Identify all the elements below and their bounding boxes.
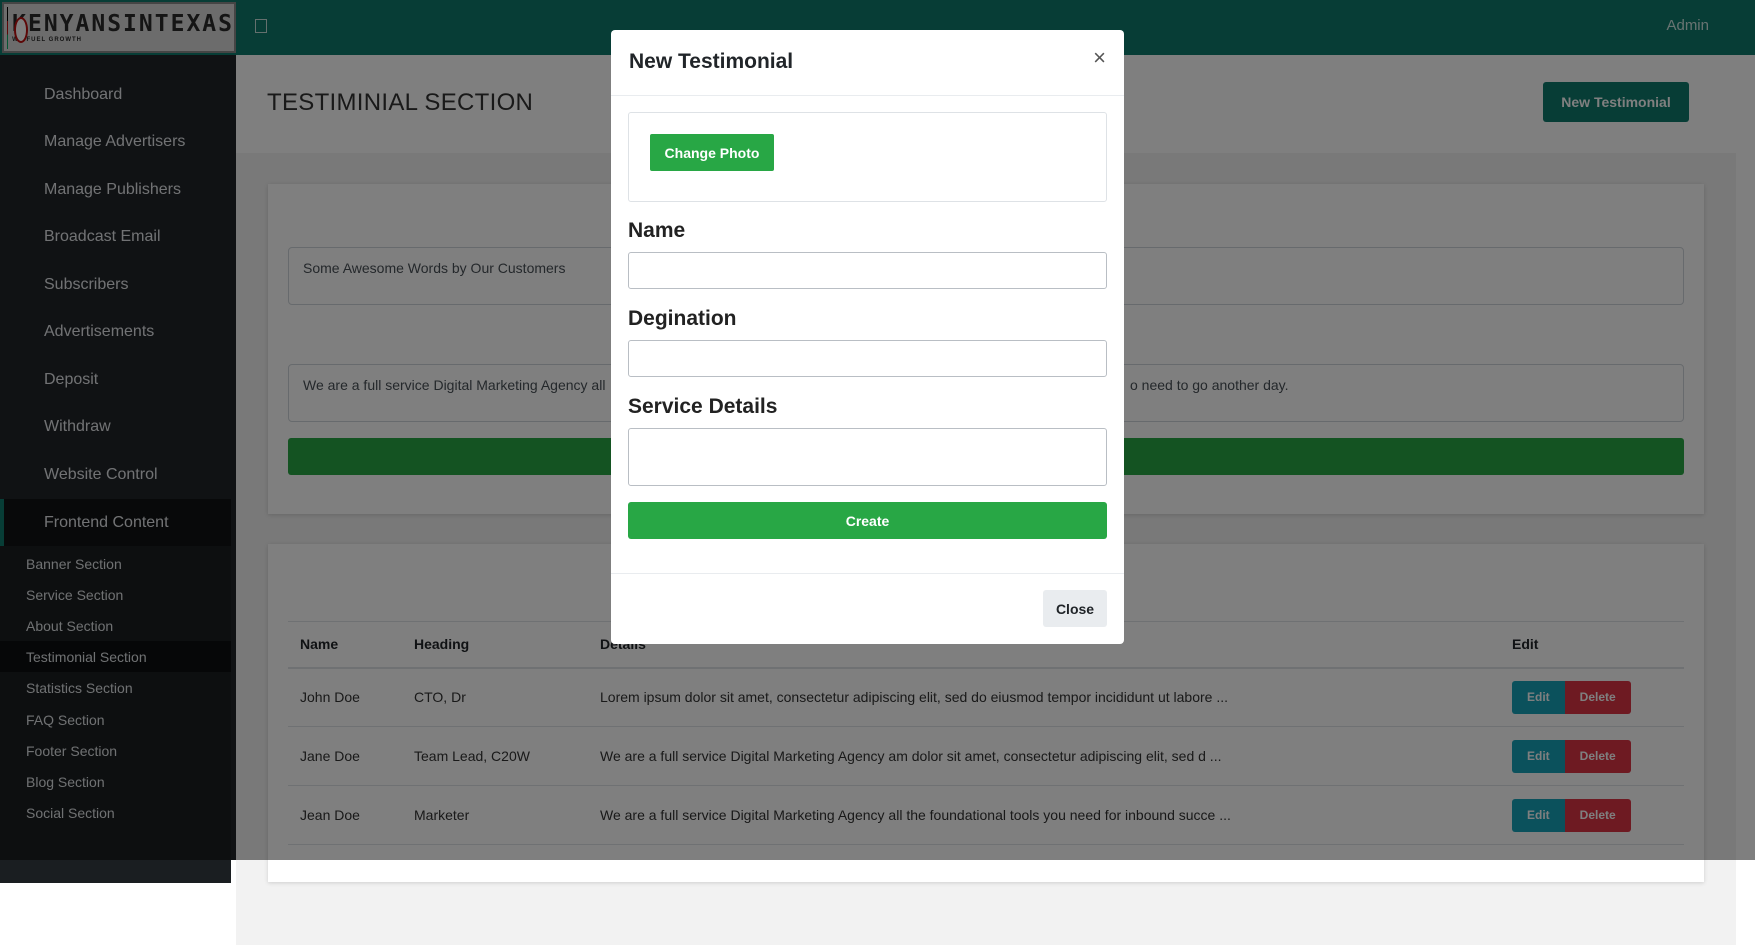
- new-testimonial-modal: New Testimonial × Change Photo Name Degi…: [611, 30, 1124, 644]
- create-button[interactable]: Create: [628, 502, 1107, 539]
- close-button[interactable]: Close: [1043, 590, 1107, 627]
- service-details-textarea[interactable]: [628, 428, 1107, 486]
- designation-input[interactable]: [628, 340, 1107, 377]
- change-photo-button[interactable]: Change Photo: [650, 134, 774, 171]
- modal-title: New Testimonial: [629, 50, 794, 73]
- modal-header: New Testimonial ×: [611, 30, 1124, 96]
- modal-footer: Close: [611, 573, 1124, 644]
- name-input[interactable]: [628, 252, 1107, 289]
- service-details-label: Service Details: [628, 395, 778, 418]
- close-icon[interactable]: ×: [1093, 45, 1106, 71]
- name-label: Name: [628, 219, 686, 242]
- photo-upload-box: Change Photo: [628, 112, 1107, 202]
- designation-label: Degination: [628, 307, 737, 330]
